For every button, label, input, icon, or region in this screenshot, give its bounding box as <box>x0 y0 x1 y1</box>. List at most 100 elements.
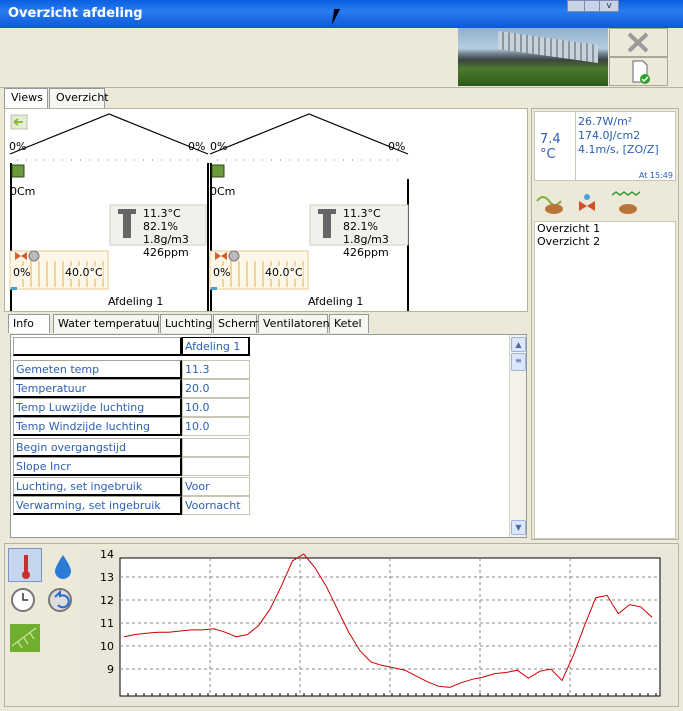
outside-temp-unit: °C <box>540 147 556 162</box>
tab-ventilatoren[interactable]: Ventilatoren <box>258 314 330 333</box>
clock-icon <box>11 588 35 612</box>
table-cell[interactable]: 20.0 <box>182 379 250 398</box>
greenhouse-canvas: 0% 0% 0% 0% 0Cm 0Cm 11.3°C 82.1% 1.8g/m3… <box>4 108 528 312</box>
co2-value: 426ppm <box>343 246 389 259</box>
list-item[interactable]: Overzicht 2 <box>535 235 675 248</box>
chevron-down-icon[interactable]: v <box>599 0 619 12</box>
back-arrow-icon[interactable] <box>10 114 28 130</box>
table-corner <box>13 337 182 356</box>
tab-views[interactable]: Views <box>4 88 48 109</box>
screen-position: 0Cm <box>10 185 36 198</box>
y-tick-label: 12 <box>100 594 114 607</box>
greenhouse-drawing <box>9 113 409 311</box>
row-label: Temperatuur <box>13 379 182 398</box>
resize-icon[interactable] <box>584 0 600 12</box>
screen-position: 0Cm <box>210 185 236 198</box>
history-icon <box>48 588 72 612</box>
compartment-name[interactable]: Afdeling 1 <box>308 295 363 308</box>
tab-overzicht[interactable]: Overzicht <box>49 88 109 108</box>
pipe-temp: 40.0°C <box>265 266 303 279</box>
screen-icon <box>211 164 225 178</box>
history-button[interactable] <box>46 584 80 618</box>
weather-panel: 7.4 °C 26.7W/m² 174.0J/cm2 4.1m/s, [ZO/Z… <box>531 108 679 540</box>
greenhouse-photo <box>458 28 608 86</box>
temperature-value: 11.3°C <box>343 207 381 220</box>
water-drop-icon <box>55 555 71 579</box>
compartment-name[interactable]: Afdeling 1 <box>108 295 163 308</box>
table-scrollbar[interactable]: ▲ ≡ ▼ <box>509 335 526 537</box>
y-tick-label: 9 <box>107 663 114 676</box>
mouse-cursor-icon <box>331 9 347 25</box>
climate-readout: 11.3°C 82.1% 1.8g/m3 426ppm <box>143 207 189 259</box>
row-label: Temp Luwzijde luchting <box>13 398 182 417</box>
row-label: Slope Incr <box>13 457 182 476</box>
scroll-thumb[interactable]: ≡ <box>511 353 526 371</box>
tab-ketel[interactable]: Ketel <box>329 314 369 333</box>
climate-readout: 11.3°C 82.1% 1.8g/m3 426ppm <box>343 207 389 259</box>
thermometer-icon <box>22 555 30 579</box>
tab-info[interactable]: Info <box>8 314 50 333</box>
outside-temp: 7.4 <box>540 132 561 147</box>
humidity-value: 82.1% <box>143 220 178 233</box>
row-label: Begin overgangstijd <box>13 438 182 457</box>
absolute-humidity-value: 1.8g/m3 <box>343 233 389 246</box>
document-check-icon <box>632 60 650 84</box>
co2-value: 426ppm <box>143 246 189 259</box>
table-cell[interactable]: 10.0 <box>182 417 250 436</box>
row-label: Temp Windzijde luchting <box>13 417 182 436</box>
overview-list[interactable]: Overzicht 1 Overzicht 2 <box>534 221 676 539</box>
tab-scherm[interactable]: Scherm <box>213 314 260 333</box>
pipe-temp: 40.0°C <box>65 266 103 279</box>
tab-water-temperatuur[interactable]: Water temperatuur <box>53 314 164 333</box>
pipe-valve-pct: 0% <box>13 266 31 279</box>
row-label: Luchting, set ingebruik <box>13 477 182 496</box>
humidity-trend-button[interactable] <box>46 548 80 582</box>
y-tick-label: 14 <box>100 548 114 561</box>
list-item[interactable]: Overzicht 1 <box>535 222 675 235</box>
tab-luchting[interactable]: Luchting <box>160 314 212 333</box>
light-control-icon[interactable] <box>534 189 568 217</box>
absolute-humidity-value: 1.8g/m3 <box>143 233 189 246</box>
y-tick-label: 11 <box>100 617 114 630</box>
weather-timestamp: At 15:49 <box>638 171 673 180</box>
scroll-down-icon[interactable]: ▼ <box>511 520 526 535</box>
screen-icon <box>11 164 25 178</box>
grid-icon[interactable] <box>567 0 585 12</box>
vent-right-pct: 0% <box>188 140 206 153</box>
chart-svg: 14 13 12 11 10 9 <box>100 548 661 697</box>
leaf-icon <box>10 624 40 652</box>
close-icon <box>627 32 649 53</box>
vent-left-pct: 0% <box>9 140 27 153</box>
info-table: Afdeling 1 Gemeten temp 11.3 Temperatuur… <box>10 334 527 538</box>
table-cell[interactable] <box>182 457 250 476</box>
heating-control-icon[interactable] <box>610 189 644 217</box>
table-cell[interactable] <box>182 438 250 457</box>
leaf-button[interactable] <box>8 622 42 654</box>
table-cell[interactable]: Voor <box>182 477 250 496</box>
vent-right-pct: 0% <box>388 140 406 153</box>
scroll-up-icon[interactable]: ▲ <box>511 337 526 352</box>
weather-box: 7.4 °C 26.7W/m² 174.0J/cm2 4.1m/s, [ZO/Z… <box>534 111 676 181</box>
column-header: Afdeling 1 <box>182 337 250 356</box>
table-cell[interactable]: 11.3 <box>182 360 250 379</box>
pipe-valve-pct: 0% <box>213 266 231 279</box>
close-button[interactable] <box>609 28 668 57</box>
valve-control-icon[interactable] <box>572 189 606 217</box>
radiation-value: 26.7W/m² <box>578 115 633 128</box>
wind-value: 4.1m/s, [ZO/Z] <box>578 143 659 156</box>
time-button[interactable] <box>8 584 42 618</box>
humidity-value: 82.1% <box>343 220 378 233</box>
table-cell[interactable]: 10.0 <box>182 398 250 417</box>
y-tick-label: 10 <box>100 640 114 653</box>
row-label: Verwarming, set ingebruik <box>13 496 182 515</box>
vent-left-pct: 0% <box>210 140 228 153</box>
temperature-value: 11.3°C <box>143 207 181 220</box>
table-cell[interactable]: Voornacht <box>182 496 250 515</box>
radiation-sum-value: 174.0J/cm2 <box>578 129 641 142</box>
temperature-trend-button[interactable] <box>8 548 42 582</box>
document-button[interactable] <box>609 57 668 86</box>
window-title: Overzicht afdeling <box>8 6 143 21</box>
row-label: Gemeten temp <box>13 360 182 379</box>
y-tick-label: 13 <box>100 571 114 584</box>
trend-chart: 14 13 12 11 10 9 <box>80 548 676 706</box>
